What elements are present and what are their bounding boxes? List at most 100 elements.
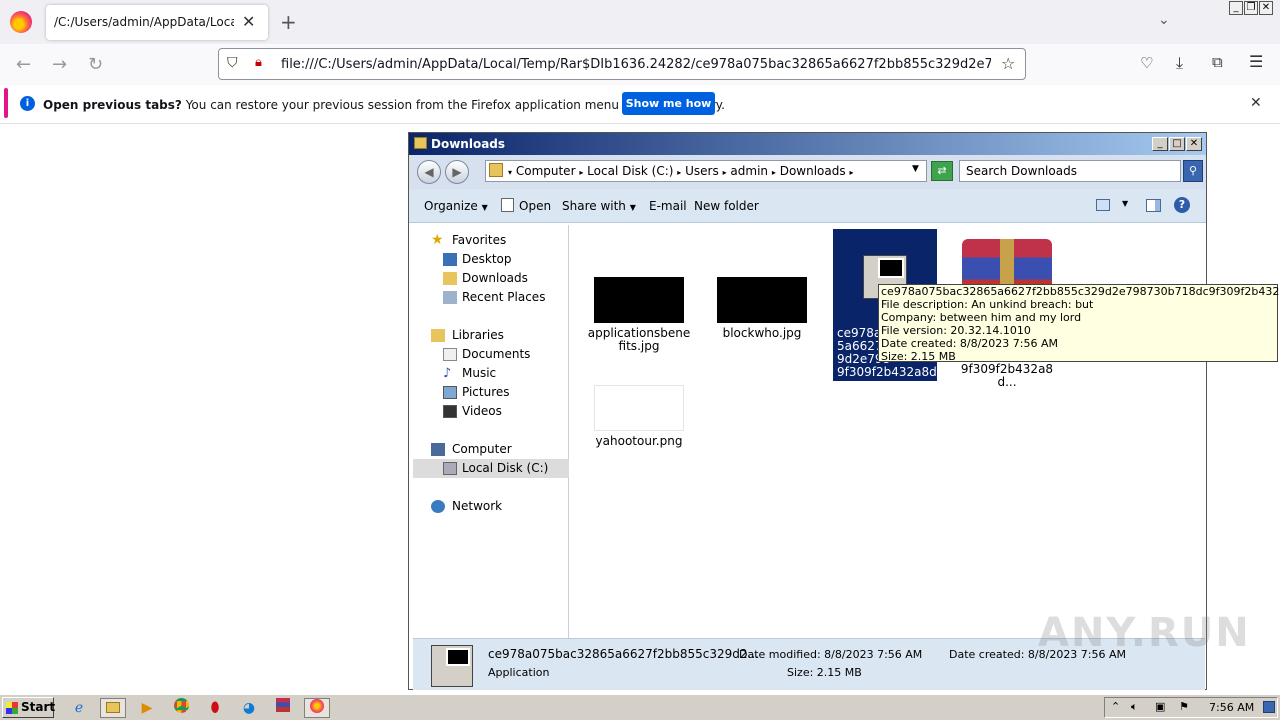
new-folder-button[interactable]: New folder [694,199,759,213]
volume-icon[interactable]: 🔈︎ [1131,700,1138,714]
media-player-icon[interactable]: ▶ [134,698,160,718]
back-button[interactable]: ◀ [417,160,441,184]
nav-documents[interactable]: Documents [413,345,569,364]
share-with-button[interactable]: Share with ▼ [562,199,636,213]
nav-pictures[interactable]: Pictures [413,383,569,402]
chrome-logo [173,698,189,713]
nav-local-disk[interactable]: Local Disk (C:) [413,459,569,478]
downloads-folder-icon [443,272,457,285]
flag-icon[interactable]: ⚑ [1179,700,1189,713]
download-icon[interactable]: ⤓ [1176,53,1183,73]
system-tray: ⌃ 🔈︎ ▣ ⚑ 7:56 AM [1104,697,1278,718]
winrar-logo [276,698,290,712]
ie-icon[interactable]: ℯ [66,698,92,718]
label: Date modified: [739,648,821,661]
nav-network[interactable]: Network [413,497,569,516]
bookmark-star-icon[interactable]: ☆ [1001,54,1015,73]
explorer-taskbar-icon[interactable] [100,698,126,718]
chrome-icon[interactable] [168,698,194,718]
value: 2.15 MB [816,666,862,679]
file-item[interactable]: yahootour.png [587,385,691,448]
preview-pane-icon[interactable] [1146,199,1161,212]
taskbar: Start ℯ ▶ ⬮ ◕ ⌃ 🔈︎ ▣ ⚑ 7:56 AM [0,694,1280,720]
opera-icon[interactable]: ⬮ [202,698,228,718]
tab-close-icon[interactable]: ✕ [242,12,255,31]
open-icon[interactable] [501,198,514,212]
search-input[interactable]: Search Downloads [959,160,1181,182]
file-item[interactable]: applicationsbenefits.jpg [587,277,691,353]
insecure-page-icon[interactable]: 🔒︎ [255,55,262,70]
close-window-icon[interactable]: ✕ [1259,1,1273,15]
pocket-icon[interactable]: ♡ [1140,54,1153,72]
forward-arrow-icon[interactable]: → [52,54,67,75]
explorer-titlebar[interactable]: Downloads _ □ ✕ [409,133,1206,155]
nav-label: Downloads [462,271,528,285]
show-desktop-icon[interactable] [1263,701,1275,713]
forward-button[interactable]: ▶ [445,160,469,184]
nav-desktop[interactable]: Desktop [413,250,569,269]
browser-tab[interactable]: /C:/Users/admin/AppData/Local/Temp/R ✕ [46,5,268,40]
view-icon[interactable] [1096,199,1110,211]
nav-label: Favorites [452,233,507,247]
reload-icon[interactable]: ↻ [88,54,103,75]
nav-recent-places[interactable]: Recent Places [413,288,569,307]
details-file-type: Application [488,666,550,679]
clock[interactable]: 7:56 AM [1209,701,1254,714]
notification-title: Open previous tabs? [43,98,182,112]
restore-icon[interactable]: ❐ [1244,1,1258,15]
menu-icon[interactable]: ☰ [1249,52,1263,71]
address-bar[interactable]: ▾ Computer ▸ Local Disk (C:) ▸ Users ▸ a… [485,160,927,182]
drive-icon [443,462,457,475]
extensions-icon[interactable]: ⧉ [1212,53,1223,71]
url-text[interactable]: file:///C:/Users/admin/AppData/Local/Tem… [281,57,991,72]
nav-libraries[interactable]: Libraries [413,326,569,345]
network-tray-icon[interactable]: ▣ [1155,700,1165,713]
email-button[interactable]: E-mail [649,199,687,213]
desktop-icon [443,253,457,266]
nav-downloads[interactable]: Downloads [413,269,569,288]
folder-icon [489,163,503,177]
minimize-icon[interactable]: _ [1229,1,1243,15]
breadcrumb-local-disk[interactable]: Local Disk (C:) [587,164,673,178]
breadcrumb-admin[interactable]: admin [730,164,768,178]
organize-button[interactable]: Organize ▼ [424,199,488,213]
view-dropdown-icon[interactable]: ▼ [1122,199,1128,208]
nav-favorites[interactable]: ★ Favorites [413,231,569,250]
maximize-icon[interactable]: □ [1169,137,1185,151]
network-icon [431,500,445,513]
close-icon[interactable]: ✕ [1250,95,1262,111]
minimize-icon[interactable]: _ [1152,137,1168,151]
firefox-taskbar-icon[interactable] [304,698,330,718]
breadcrumb-computer[interactable]: Computer [516,164,576,178]
nav-videos[interactable]: Videos [413,402,569,421]
breadcrumb-users[interactable]: Users [685,164,719,178]
nav-music[interactable]: ♪ Music [413,364,569,383]
explorer-window: Downloads _ □ ✕ ◀ ▶ ▾ Computer ▸ Local D… [408,132,1207,690]
watermark: ANY.RUN [1038,610,1251,656]
search-icon[interactable]: ⚲ [1183,160,1203,182]
value: 8/8/2023 7:56 AM [824,648,923,661]
file-item[interactable]: blockwho.jpg [710,277,814,340]
show-me-how-button[interactable]: Show me how [622,92,715,115]
open-button[interactable]: Open [519,199,551,213]
new-tab-icon[interactable]: + [280,10,297,34]
winrar-taskbar-icon[interactable] [270,698,296,718]
refresh-icon[interactable]: ⇄ [931,161,953,181]
shield-icon[interactable]: ⛉ [227,55,238,71]
nav-label: Desktop [462,252,512,266]
chevron-down-icon[interactable]: ⌄ [1158,12,1170,28]
nav-label: Local Disk (C:) [462,461,549,475]
nav-computer[interactable]: Computer [413,440,569,459]
edge-icon[interactable]: ◕ [236,698,262,718]
help-icon[interactable]: ? [1174,197,1190,213]
tooltip-line: File description: An unkind breach: but [881,298,1094,311]
chevron-up-icon[interactable]: ⌃ [1111,700,1120,713]
url-bar[interactable]: ⛉ 🔒︎ file:///C:/Users/admin/AppData/Loca… [218,48,1026,80]
tooltip-line: Company: between him and my lord [881,311,1082,324]
close-icon[interactable]: ✕ [1186,137,1202,151]
breadcrumb-downloads[interactable]: Downloads [780,164,846,178]
start-button[interactable]: Start [2,697,55,718]
back-arrow-icon[interactable]: ← [16,54,31,75]
address-dropdown-icon[interactable]: ▼ [912,164,919,174]
nav-label: Videos [462,404,502,418]
